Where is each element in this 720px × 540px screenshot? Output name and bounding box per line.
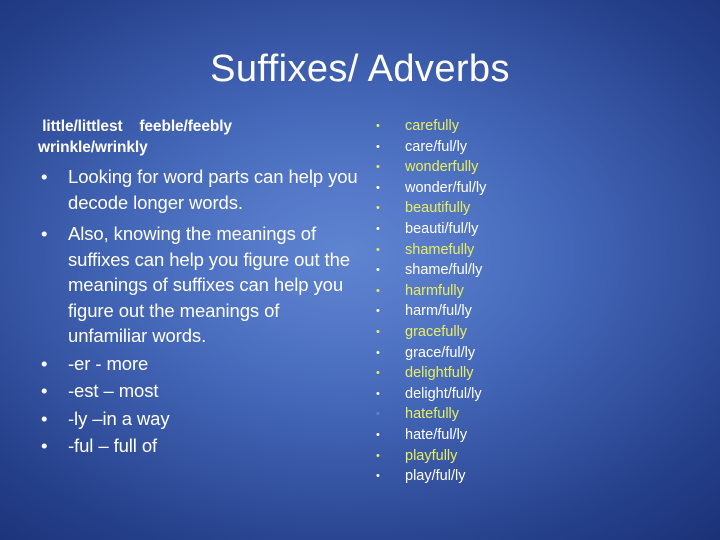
list-item-label: Looking for word parts can help you deco… (68, 166, 358, 213)
list-item: • -ly –in a way (32, 406, 362, 432)
list-item-label: playfully (405, 447, 458, 464)
list-item: • -er - more (32, 351, 362, 377)
list-item: • grace/ful/ly (372, 343, 692, 364)
list-item: • beauti/ful/ly (372, 219, 692, 240)
bullet-icon: • (376, 346, 380, 359)
bullet-icon: • (376, 181, 380, 194)
bullet-icon: • (376, 305, 380, 318)
word-pair-line-1: little/littlest feeble/feebly (38, 118, 232, 135)
bullet-icon: • (376, 202, 380, 215)
bullet-icon: • (376, 470, 380, 483)
list-item: • shamefully (372, 240, 692, 261)
list-item-label: delightfully (405, 365, 474, 382)
bullet-icon: • (376, 140, 380, 153)
list-item: • hatefully (372, 404, 692, 425)
bullet-icon: • (376, 449, 380, 462)
list-item: • harm/ful/ly (372, 301, 692, 322)
list-item: • care/ful/ly (372, 137, 692, 158)
list-item-label: gracefully (405, 323, 468, 340)
presentation-slide: Suffixes/ Adverbs little/littlest feeble… (0, 0, 720, 540)
list-item-label: delight/ful/ly (405, 385, 482, 402)
list-item-label: wonder/ful/ly (405, 179, 487, 196)
list-item: • harmfully (372, 281, 692, 302)
bullet-icon: • (376, 264, 380, 277)
list-item-label: grace/ful/ly (405, 344, 476, 361)
bullet-icon: • (41, 407, 48, 429)
bullet-icon: • (41, 435, 48, 456)
list-item: • carefully (372, 116, 692, 137)
list-item-label: -ly –in a way (68, 407, 170, 429)
list-item: • gracefully (372, 322, 692, 343)
list-item-label: care/ful/ly (405, 138, 468, 155)
list-item-label: Also, knowing the meanings of suffixes c… (68, 223, 350, 346)
bullet-icon: • (376, 408, 380, 421)
list-item-label: -ful – full of (68, 435, 158, 456)
list-item-label: harm/ful/ly (405, 303, 472, 320)
bullet-icon: • (376, 387, 380, 400)
bullet-icon: • (376, 284, 380, 297)
list-item-label: beautifully (405, 200, 471, 217)
left-content-column: little/littlest feeble/feebly wrinkle/wr… (32, 116, 362, 459)
list-item-label: hatefully (405, 406, 460, 423)
list-item-label: -er - more (68, 352, 149, 374)
list-item-label: hate/ful/ly (405, 426, 468, 443)
list-item: • -ful – full of (32, 433, 362, 459)
bullet-icon: • (376, 222, 380, 235)
list-item: • wonderfully (372, 157, 692, 178)
bullet-icon: • (376, 367, 380, 380)
list-item-label: harmfully (405, 282, 464, 299)
bullet-icon: • (41, 380, 48, 401)
list-item-label: -est – most (68, 380, 159, 401)
bullet-icon: • (41, 166, 48, 187)
list-item: • delightfully (372, 363, 692, 384)
list-item-label: play/ful/ly (405, 468, 466, 485)
list-item: • shame/ful/ly (372, 260, 692, 281)
list-item-label: beauti/ful/ly (405, 220, 479, 237)
bullet-icon: • (376, 428, 380, 441)
list-item-label: carefully (405, 118, 459, 134)
bullet-icon: • (376, 161, 380, 174)
list-item: • playfully (372, 446, 692, 467)
right-content-column: • carefully • care/ful/ly • wonderfully • wonde… (372, 116, 692, 487)
list-item: • -est – most (32, 378, 362, 404)
list-item-label: wonderfully (405, 159, 479, 176)
list-item: • Looking for word parts can help you de… (32, 164, 362, 215)
list-item: • wonder/ful/ly (372, 178, 692, 199)
word-pair-line-2: wrinkle/wrinkly (38, 139, 148, 156)
bullet-icon: • (41, 223, 48, 244)
list-item: • beautifully (372, 198, 692, 219)
list-item: • hate/ful/ly (372, 425, 692, 446)
list-item: • Also, knowing the meanings of suffixes… (32, 221, 362, 349)
list-item: • play/ful/ly (372, 466, 692, 487)
bullet-icon: • (376, 120, 380, 132)
list-item-label: shame/ful/ly (405, 262, 483, 279)
bullet-icon: • (376, 243, 380, 256)
list-item: • delight/ful/ly (372, 384, 692, 405)
bullet-icon: • (376, 325, 380, 338)
list-item-label: shamefully (405, 241, 475, 258)
bullet-icon: • (41, 352, 48, 374)
slide-title: Suffixes/ Adverbs (210, 48, 510, 90)
